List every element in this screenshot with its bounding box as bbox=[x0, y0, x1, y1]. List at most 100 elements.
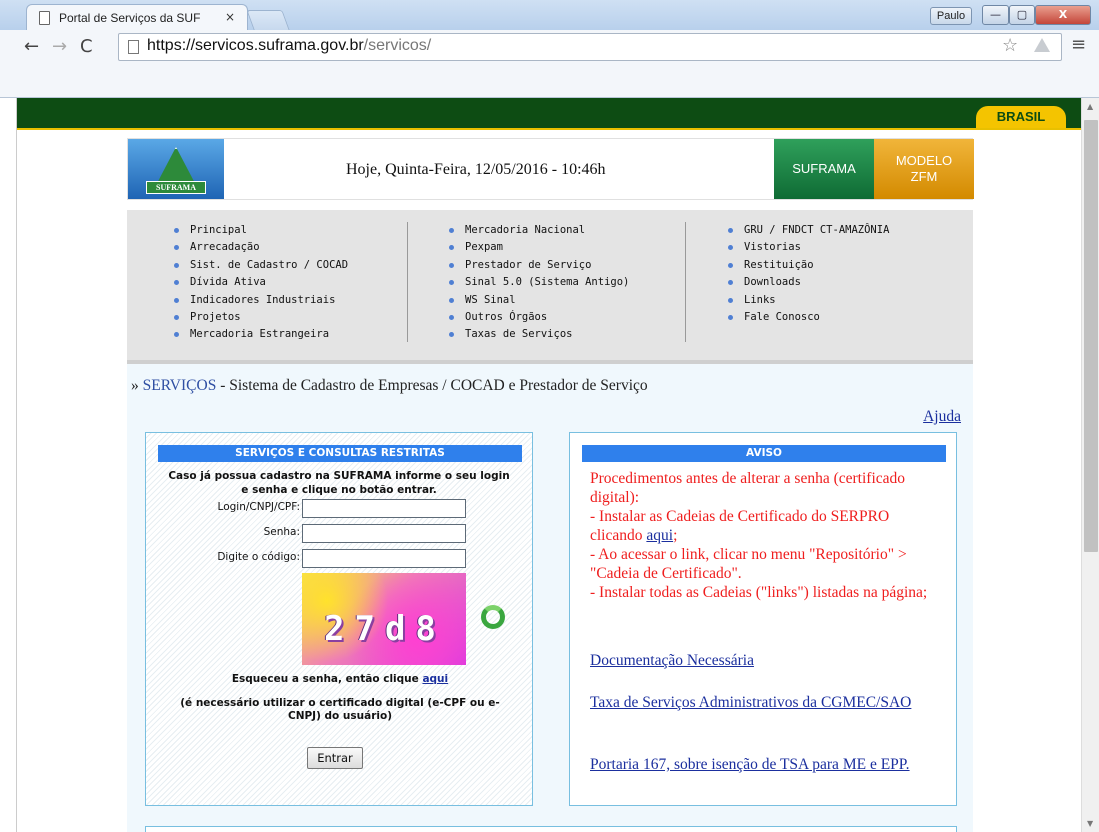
menu-item[interactable]: Taxas de Serviços bbox=[449, 326, 629, 343]
menu-item[interactable]: Prestador de Serviço bbox=[449, 257, 629, 274]
bullet-icon bbox=[449, 262, 454, 268]
bullet-icon bbox=[174, 297, 179, 303]
login-row: Login/CNPJ/CPF: bbox=[146, 499, 534, 519]
bullet-icon bbox=[728, 245, 733, 251]
login-input[interactable] bbox=[302, 499, 466, 518]
menu-item[interactable]: Principal bbox=[174, 222, 348, 239]
menu-item[interactable]: Sinal 5.0 (Sistema Antigo) bbox=[449, 274, 629, 291]
menu-item[interactable]: Dívida Ativa bbox=[174, 274, 348, 291]
zfm-line1: MODELO bbox=[895, 153, 953, 168]
password-input[interactable] bbox=[302, 524, 466, 543]
logo-text: SUFRAMA bbox=[146, 181, 206, 194]
browser-tab[interactable]: Portal de Serviços da SUF × bbox=[26, 4, 248, 31]
close-tab-icon[interactable]: × bbox=[225, 10, 235, 24]
maximize-button[interactable]: ▢ bbox=[1009, 5, 1035, 25]
menu-item[interactable]: WS Sinal bbox=[449, 292, 629, 309]
refresh-captcha-icon[interactable] bbox=[481, 605, 505, 629]
captcha-image: 27d8 bbox=[302, 573, 466, 665]
captcha-label: Digite o código: bbox=[217, 551, 300, 563]
bullet-icon bbox=[728, 280, 733, 286]
forgot-password-link[interactable]: aqui bbox=[422, 673, 448, 685]
menu-column-2: Mercadoria Nacional Pexpam Prestador de … bbox=[449, 222, 629, 344]
menu-column-1: Principal Arrecadação Sist. de Cadastro … bbox=[174, 222, 348, 344]
bullet-icon bbox=[174, 228, 179, 233]
new-tab-button[interactable] bbox=[246, 10, 290, 30]
url-text[interactable]: https://servicos.suframa.gov.br/servicos… bbox=[147, 37, 431, 55]
menu-item[interactable]: Sist. de Cadastro / COCAD bbox=[174, 257, 348, 274]
bullet-icon bbox=[449, 228, 454, 233]
bullet-icon bbox=[174, 245, 179, 251]
menu-item[interactable]: Outros Órgãos bbox=[449, 309, 629, 326]
minimize-button[interactable]: — bbox=[982, 5, 1009, 25]
page-icon bbox=[128, 40, 139, 54]
login-panel: SERVIÇOS E CONSULTAS RESTRITAS Caso já p… bbox=[145, 432, 533, 806]
bullet-icon bbox=[449, 297, 454, 303]
bullet-icon bbox=[728, 297, 733, 303]
enter-button[interactable]: Entrar bbox=[307, 747, 363, 769]
menu-item[interactable]: Mercadoria Nacional bbox=[449, 222, 629, 239]
chrome-menu-icon[interactable]: ≡ bbox=[1071, 34, 1086, 55]
current-date: Hoje, Quinta-Feira, 12/05/2016 - 10:46h bbox=[346, 161, 606, 178]
bookmark-star-icon[interactable]: ☆ bbox=[1002, 35, 1018, 56]
forgot-password: Esqueceu a senha, então clique aqui bbox=[231, 673, 449, 685]
menu-item[interactable]: Pexpam bbox=[449, 239, 629, 256]
brasil-logo[interactable]: BRASIL bbox=[976, 106, 1066, 128]
serpro-link[interactable]: aqui bbox=[646, 527, 673, 544]
menu-item[interactable]: Downloads bbox=[728, 274, 889, 291]
menu-item[interactable]: Mercadoria Estrangeira bbox=[174, 326, 348, 343]
breadcrumb-servicos-link[interactable]: SERVIÇOS bbox=[143, 377, 217, 394]
bullet-icon bbox=[728, 262, 733, 268]
login-panel-title: SERVIÇOS E CONSULTAS RESTRITAS bbox=[158, 445, 522, 462]
profile-button[interactable]: Paulo bbox=[930, 7, 972, 25]
captcha-row: Digite o código: bbox=[146, 549, 534, 569]
bullet-icon bbox=[174, 314, 179, 320]
address-bar[interactable]: https://servicos.suframa.gov.br/servicos… bbox=[118, 33, 1062, 61]
taxa-servicos-link[interactable]: Taxa de Serviços Administrativos da CGME… bbox=[590, 693, 940, 712]
notice-paragraph: - Ao acessar o link, clicar no menu "Rep… bbox=[590, 546, 907, 582]
tab-title: Portal de Serviços da SUF bbox=[59, 11, 201, 25]
breadcrumb: » SERVIÇOS - Sistema de Cadastro de Empr… bbox=[131, 377, 648, 394]
bullet-icon bbox=[174, 262, 179, 268]
menu-item[interactable]: Restituição bbox=[728, 257, 889, 274]
reload-icon[interactable]: C bbox=[80, 36, 93, 57]
vertical-scrollbar[interactable]: ▲ ▼ bbox=[1081, 98, 1099, 832]
portaria-link[interactable]: Portaria 167, sobre isenção de TSA para … bbox=[590, 755, 940, 774]
menu-item[interactable]: Links bbox=[728, 292, 889, 309]
notice-paragraph: - Instalar todas as Cadeias ("links") li… bbox=[590, 584, 928, 601]
bottom-panel bbox=[145, 826, 957, 832]
close-window-button[interactable]: X bbox=[1035, 5, 1091, 25]
bullet-icon bbox=[449, 314, 454, 320]
captcha-input[interactable] bbox=[302, 549, 466, 568]
menu-column-3: GRU / FNDCT CT-AMAZÔNIA Vistorias Restit… bbox=[728, 222, 889, 326]
menu-item[interactable]: GRU / FNDCT CT-AMAZÔNIA bbox=[728, 222, 889, 239]
browser-toolbar: ← → C https://servicos.suframa.gov.br/se… bbox=[0, 30, 1099, 98]
scroll-thumb[interactable] bbox=[1084, 120, 1098, 552]
zfm-line2: ZFM bbox=[910, 169, 938, 184]
scroll-down-icon[interactable]: ▼ bbox=[1087, 819, 1093, 828]
main-menu: Principal Arrecadação Sist. de Cadastro … bbox=[127, 210, 973, 364]
bullet-icon bbox=[449, 332, 454, 338]
menu-item[interactable]: Vistorias bbox=[728, 239, 889, 256]
password-row: Senha: bbox=[146, 524, 534, 544]
menu-item[interactable]: Fale Conosco bbox=[728, 309, 889, 326]
notice-text: Procedimentos antes de alterar a senha (… bbox=[590, 469, 940, 602]
back-arrow-icon[interactable]: ← bbox=[24, 36, 39, 57]
login-label: Login/CNPJ/CPF: bbox=[217, 501, 300, 513]
modelo-zfm-button[interactable]: MODELO ZFM bbox=[874, 139, 974, 199]
help-link[interactable]: Ajuda bbox=[923, 408, 961, 426]
forward-arrow-icon[interactable]: → bbox=[52, 36, 67, 57]
notice-panel: AVISO Procedimentos antes de alterar a s… bbox=[569, 432, 957, 806]
documentacao-link[interactable]: Documentação Necessária bbox=[590, 651, 940, 670]
suframa-button[interactable]: SUFRAMA bbox=[774, 139, 874, 199]
menu-item[interactable]: Arrecadação bbox=[174, 239, 348, 256]
notice-panel-title: AVISO bbox=[582, 445, 946, 462]
menu-item[interactable]: Indicadores Industriais bbox=[174, 292, 348, 309]
bullet-icon bbox=[174, 332, 179, 338]
document-icon bbox=[39, 11, 50, 25]
bullet-icon bbox=[174, 280, 179, 286]
menu-item[interactable]: Projetos bbox=[174, 309, 348, 326]
bullet-icon bbox=[449, 280, 454, 286]
scroll-up-icon[interactable]: ▲ bbox=[1087, 102, 1093, 111]
suframa-logo[interactable]: SUFRAMA bbox=[128, 139, 224, 199]
menu-divider bbox=[407, 222, 408, 342]
